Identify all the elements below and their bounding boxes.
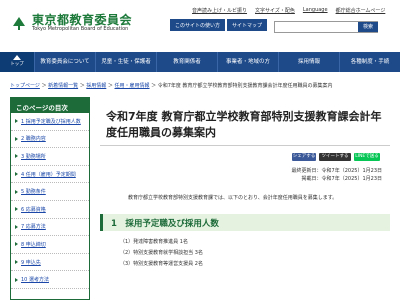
toc-item-label: 2 職務内容 [21, 136, 46, 143]
toc-item[interactable]: 5 勤務条件 [11, 183, 89, 201]
ginkgo-logo-icon [13, 17, 25, 30]
arrow-right-icon [15, 260, 18, 265]
toc-title: このページの目次 [11, 98, 89, 113]
toc-item-label: 1 採用予定職及び採用人数 [21, 118, 81, 125]
util-link-text-size[interactable]: 文字サイズ・配色 [255, 7, 295, 14]
site-buttons: このサイトの使い方 サイトマップ [170, 19, 268, 31]
toc-item-label: 6 応募資格 [21, 206, 46, 213]
list-item: （1）発達障害教育推進員 1名 [120, 239, 188, 245]
posted-date: 掲載日：令和7年（2025）1月23日 [301, 176, 382, 182]
utility-links: 音声読み上げ・ルビ振り 文字サイズ・配色 Language 都庁総合ホームページ [192, 7, 385, 14]
search-button[interactable]: 検索 [358, 22, 378, 32]
toc-item[interactable]: 2 職務内容 [11, 131, 89, 149]
nav-item-educators[interactable]: 教育関係者 [156, 52, 217, 72]
toc-item[interactable]: 9 申込先 [11, 254, 89, 272]
arrow-right-icon [15, 277, 18, 282]
x-share-button[interactable]: ツイートする [319, 153, 351, 161]
toc-item[interactable]: 1 採用予定職及び採用人数 [11, 113, 89, 131]
nav-item-procedures[interactable]: 各種制度・手続 [339, 52, 400, 72]
nav-home[interactable]: トップ [0, 52, 34, 72]
global-nav: トップ 教育委員会について 児童・生徒・保護者 教育関係者 事業者・地域の方 採… [0, 52, 400, 72]
site-logo[interactable]: 東京都教育委員会 Tokyo Metropolitan Board of Edu… [6, 8, 132, 48]
intro-text: 教育庁都立学校教育部特別支援教育課では、以下のとおり、会計年度任用職員を募集しま… [128, 195, 338, 201]
arrow-right-icon [15, 119, 18, 124]
nav-item-business[interactable]: 事業者・地域の方 [217, 52, 278, 72]
toc-item[interactable]: 6 応募資格 [11, 201, 89, 219]
nav-home-label: トップ [10, 62, 24, 67]
breadcrumb-current: 令和7年度 教育庁都立学校教育部特別支援教育課会計年度任用職員の募集案内 [157, 83, 333, 89]
toc-item-label: 5 勤務条件 [21, 189, 46, 196]
list-item: （2）特別支援教育就学相談担当 3名 [120, 250, 203, 256]
breadcrumb-link[interactable]: 新着情報一覧 [48, 83, 78, 89]
toc-item[interactable]: 3 勤務場所 [11, 148, 89, 166]
toc-item-label: 4 任用（雇用）予定期間 [21, 171, 76, 178]
page-title: 令和7年度 教育庁都立学校教育部特別支援教育課会計年度任用職員の募集案内 [106, 110, 382, 139]
util-link-metro[interactable]: 都庁総合ホームページ [336, 7, 386, 14]
toc-item[interactable]: 8 申込締切 [11, 236, 89, 254]
facebook-share-button[interactable]: シェアする [292, 153, 316, 161]
main-content: 令和7年度 教育庁都立学校教育部特別支援教育課会計年度任用職員の募集案内 シェア… [100, 97, 392, 300]
arrow-right-icon [15, 189, 18, 194]
toc-item-label: 3 勤務場所 [21, 153, 46, 160]
breadcrumb-link[interactable]: 採用情報 [86, 83, 106, 89]
section-heading: 1 採用予定職及び採用人数 [100, 214, 390, 231]
arrow-right-icon [15, 172, 18, 177]
breadcrumb-link[interactable]: 任用・雇用情報 [115, 83, 150, 89]
arrow-right-icon [15, 207, 18, 212]
nav-item-recruitment[interactable]: 採用情報 [278, 52, 339, 72]
breadcrumb: トップページ ＞ 新着情報一覧 ＞ 採用情報 ＞ 任用・雇用情報 ＞ 令和7年度… [10, 83, 333, 89]
last-updated-date: 最終更新日：令和7年（2025）1月23日 [291, 168, 382, 174]
divider [100, 145, 390, 146]
nav-item-board[interactable]: 教育委員会について [34, 52, 95, 72]
toc-item-label: 9 申込先 [21, 259, 41, 266]
arrow-right-icon [15, 242, 18, 247]
breadcrumb-link[interactable]: トップページ [10, 83, 40, 89]
toc-item[interactable]: 10 選考方法 [11, 271, 89, 289]
toc-item-label: 7 応募方法 [21, 224, 46, 231]
table-of-contents: このページの目次 1 採用予定職及び採用人数 2 職務内容 3 勤務場所 4 任… [10, 97, 90, 300]
util-link-reading[interactable]: 音声読み上げ・ルビ振り [192, 7, 247, 14]
home-icon [13, 55, 21, 60]
arrow-right-icon [15, 136, 18, 141]
list-item: （3）特別支援教育等運営支援員 2名 [120, 261, 203, 267]
logo-subtitle: Tokyo Metropolitan Board of Education [32, 26, 129, 32]
sitemap-button[interactable]: サイトマップ [227, 19, 268, 31]
how-to-use-button[interactable]: このサイトの使い方 [170, 19, 226, 31]
toc-item[interactable]: 4 任用（雇用）予定期間 [11, 166, 89, 184]
util-link-language[interactable]: Language [303, 7, 328, 14]
toc-item-label: 8 申込締切 [21, 241, 46, 248]
nav-item-students[interactable]: 児童・生徒・保護者 [95, 52, 156, 72]
toc-item-label: 10 選考方法 [21, 277, 49, 284]
arrow-right-icon [15, 224, 18, 229]
positions-list: （1）発達障害教育推進員 1名 （2）特別支援教育就学相談担当 3名 （3）特別… [120, 238, 203, 271]
line-share-button[interactable]: LINEで送る [354, 153, 380, 161]
toc-item[interactable]: 7 応募方法 [11, 219, 89, 237]
arrow-right-icon [15, 154, 18, 159]
